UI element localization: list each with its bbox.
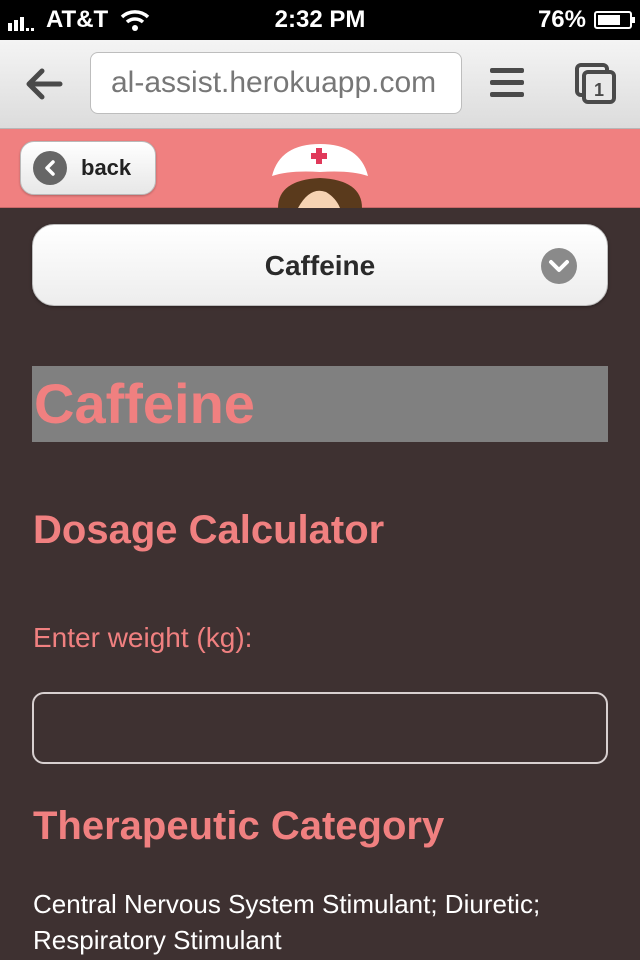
chevron-down-icon (541, 248, 577, 284)
weight-input[interactable] (32, 692, 608, 764)
tabs-icon[interactable]: 1 (574, 62, 618, 106)
weight-label: Enter weight (kg): (33, 622, 253, 653)
status-bar: AT&T 2:32 PM 76% (0, 0, 640, 40)
chevron-left-icon (33, 151, 67, 185)
battery-icon (594, 11, 635, 29)
drug-select[interactable]: Caffeine (32, 224, 608, 306)
nurse-logo (272, 144, 368, 208)
status-right: 76% (537, 6, 635, 34)
dosage-calculator-heading: Dosage Calculator (33, 508, 385, 552)
battery-percent: 76% (537, 6, 586, 33)
browser-back-arrow-icon[interactable] (22, 62, 66, 106)
tabs-outline-icon: 1 (575, 63, 616, 104)
app-header: back (0, 129, 640, 208)
tab-count: 1 (594, 80, 604, 100)
drug-title: Caffeine (32, 366, 608, 442)
therapeutic-category-heading: Therapeutic Category (33, 804, 445, 848)
therapeutic-category-text: Central Nervous System Stimulant; Diuret… (33, 889, 541, 955)
drug-select-value: Caffeine (264, 250, 376, 281)
browser-toolbar: al-assist.herokuapp.com 1 (0, 40, 640, 129)
back-button-label: back (81, 155, 132, 180)
address-bar[interactable]: al-assist.herokuapp.com (90, 52, 462, 114)
back-button[interactable]: back (20, 141, 156, 195)
menu-icon[interactable] (490, 68, 524, 98)
